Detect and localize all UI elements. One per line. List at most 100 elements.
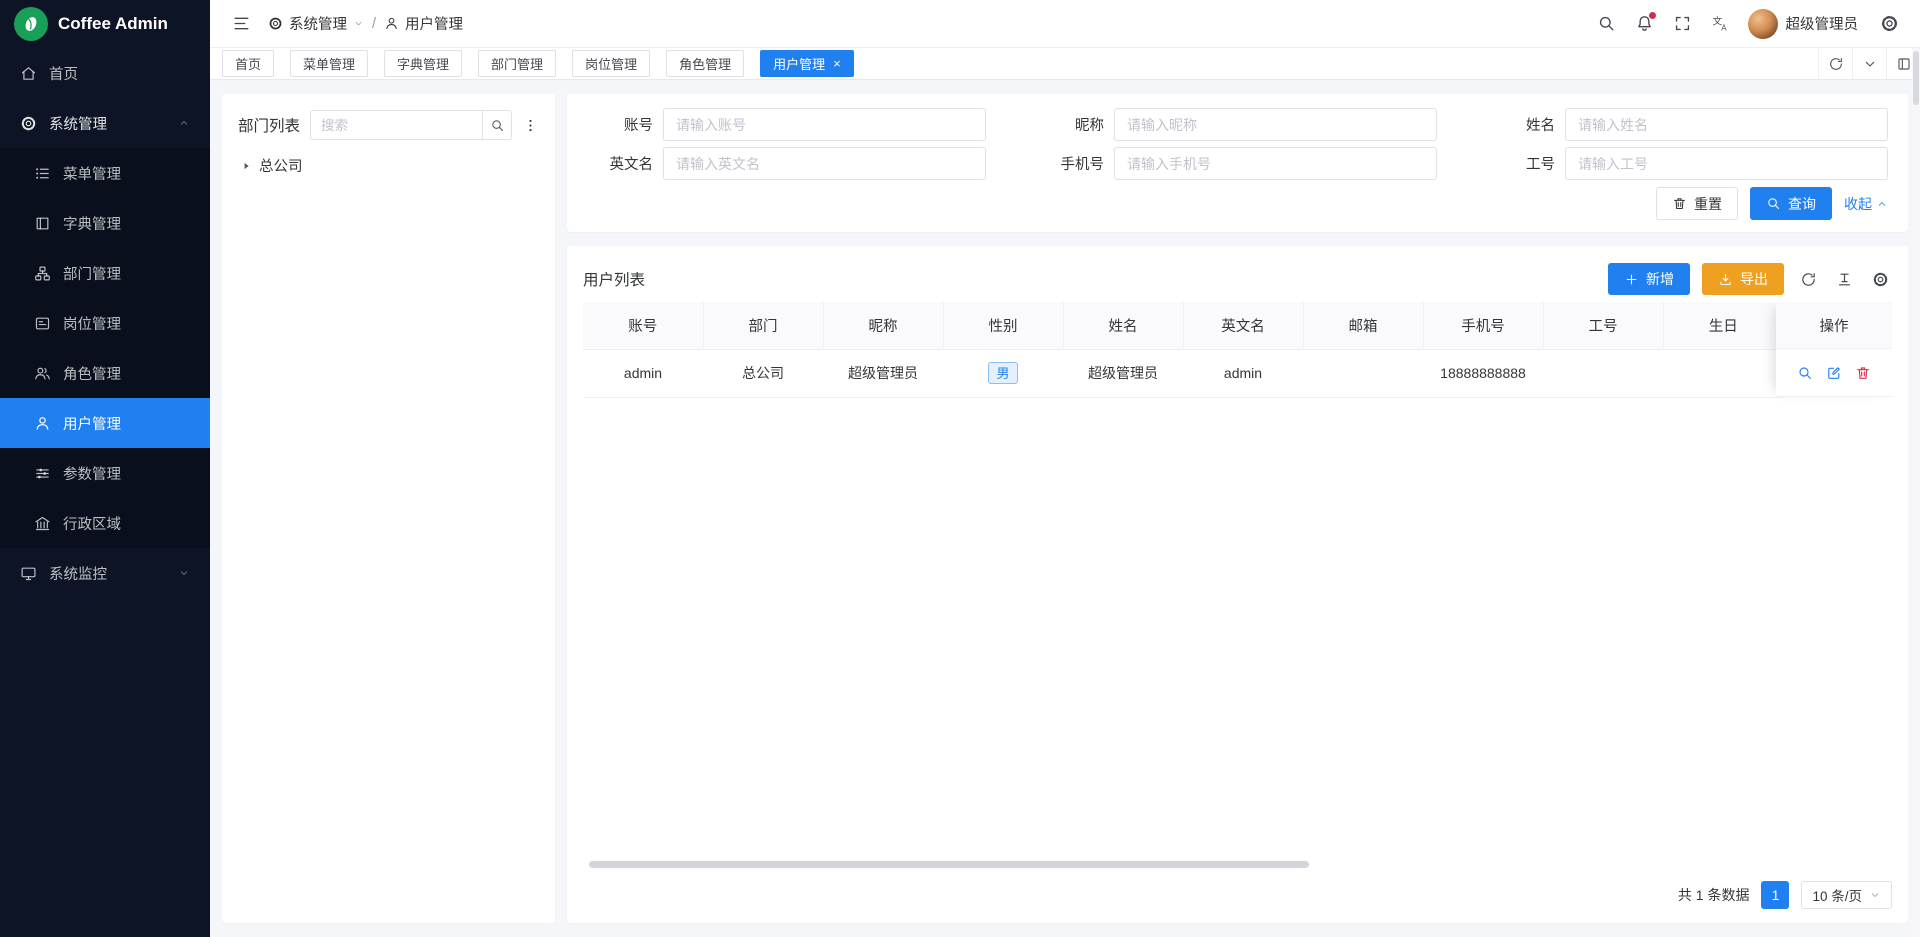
table-settings-button[interactable] xyxy=(1868,267,1892,291)
sidebar-item-system-monitor[interactable]: 系统监控 xyxy=(0,548,210,598)
column-header[interactable]: 性别 xyxy=(943,302,1063,349)
horizontal-scrollbar[interactable] xyxy=(589,861,1309,868)
en-name-input[interactable] xyxy=(663,147,986,180)
gear-icon xyxy=(1880,14,1899,33)
sidebar-item-dict-mgmt[interactable]: 字典管理 xyxy=(0,198,210,248)
page-1-button[interactable]: 1 xyxy=(1761,881,1789,909)
breadcrumb-separator: / xyxy=(372,16,376,32)
reload-tab-button[interactable] xyxy=(1818,48,1852,79)
column-header[interactable]: 生日 xyxy=(1663,302,1783,349)
column-header[interactable]: 工号 xyxy=(1543,302,1663,349)
chevron-up-icon xyxy=(1876,198,1888,210)
refresh-table-button[interactable] xyxy=(1796,267,1820,291)
work-no-input[interactable] xyxy=(1565,147,1888,180)
language-button[interactable] xyxy=(1704,7,1738,41)
refresh-icon xyxy=(1828,56,1844,72)
app-logo[interactable]: Coffee Admin xyxy=(0,0,210,48)
name-input[interactable] xyxy=(1565,108,1888,141)
column-header[interactable]: 部门 xyxy=(703,302,823,349)
column-header[interactable]: 手机号 xyxy=(1423,302,1543,349)
app-title: Coffee Admin xyxy=(58,14,168,34)
department-panel-title: 部门列表 xyxy=(238,114,300,136)
page-size-select[interactable]: 10 条/页 xyxy=(1801,881,1892,909)
tab-dict-mgmt[interactable]: 字典管理 xyxy=(384,50,462,77)
button-label: 新增 xyxy=(1646,269,1674,289)
users-icon xyxy=(34,365,51,382)
breadcrumb-label: 系统管理 xyxy=(289,13,347,34)
column-width-icon xyxy=(1836,271,1853,288)
column-header[interactable]: 姓名 xyxy=(1063,302,1183,349)
department-panel-header: 部门列表 xyxy=(238,110,539,140)
sidebar-item-home[interactable]: 首页 xyxy=(0,48,210,98)
edit-user-button[interactable] xyxy=(1826,365,1842,381)
search-icon xyxy=(1766,196,1781,211)
notifications-button[interactable] xyxy=(1628,7,1662,41)
sidebar-item-param-mgmt[interactable]: 参数管理 xyxy=(0,448,210,498)
reset-button[interactable]: 重置 xyxy=(1656,187,1738,220)
cell-gender: 男 xyxy=(943,349,1063,397)
department-search-button[interactable] xyxy=(482,110,512,140)
column-header[interactable]: 英文名 xyxy=(1183,302,1303,349)
column-width-button[interactable] xyxy=(1832,267,1856,291)
tab-label: 字典管理 xyxy=(397,54,449,73)
sidebar-item-label: 系统管理 xyxy=(49,113,107,134)
query-button[interactable]: 查询 xyxy=(1750,187,1832,220)
breadcrumb-system-mgmt[interactable]: 系统管理 xyxy=(268,13,364,34)
window-scrollbar-thumb[interactable] xyxy=(1913,51,1919,105)
nickname-input[interactable] xyxy=(1114,108,1437,141)
user-list-title: 用户列表 xyxy=(583,268,645,290)
tab-menu-mgmt[interactable]: 菜单管理 xyxy=(290,50,368,77)
window-scrollbar[interactable] xyxy=(1912,48,1920,937)
export-button[interactable]: 导出 xyxy=(1702,263,1784,295)
column-header[interactable]: 昵称 xyxy=(823,302,943,349)
view-user-button[interactable] xyxy=(1797,365,1813,381)
tree-node-root[interactable]: 总公司 xyxy=(238,152,539,179)
tab-role-mgmt[interactable]: 角色管理 xyxy=(666,50,744,77)
tab-post-mgmt[interactable]: 岗位管理 xyxy=(572,50,650,77)
cell-birthday xyxy=(1663,349,1783,397)
tab-user-mgmt[interactable]: 用户管理 × xyxy=(760,50,854,77)
cell-account: admin xyxy=(583,349,703,397)
sidebar-item-system-mgmt[interactable]: 系统管理 xyxy=(0,98,210,148)
sidebar-item-post-mgmt[interactable]: 岗位管理 xyxy=(0,298,210,348)
column-header[interactable]: 邮箱 xyxy=(1303,302,1423,349)
sidebar: Coffee Admin 首页 系统管理 菜单管理 字典管理 xyxy=(0,0,210,937)
cell-en-name: admin xyxy=(1183,349,1303,397)
settings-button[interactable] xyxy=(1872,7,1906,41)
sidebar-item-menu-mgmt[interactable]: 菜单管理 xyxy=(0,148,210,198)
user-list-header: 用户列表 新增 导出 xyxy=(583,256,1892,302)
tabbar-tools xyxy=(1818,48,1920,79)
tab-dept-mgmt[interactable]: 部门管理 xyxy=(478,50,556,77)
tab-options-button[interactable] xyxy=(1852,48,1886,79)
column-header[interactable]: 账号 xyxy=(583,302,703,349)
breadcrumb-user-mgmt[interactable]: 用户管理 xyxy=(384,13,463,34)
sidebar-item-user-mgmt[interactable]: 用户管理 xyxy=(0,398,210,448)
breadcrumb-label: 用户管理 xyxy=(405,13,463,34)
work-no-field: 工号 xyxy=(1485,147,1888,180)
user-list-card: 用户列表 新增 导出 xyxy=(567,246,1908,923)
tab-close-icon[interactable]: × xyxy=(833,57,841,70)
avatar[interactable] xyxy=(1748,9,1778,39)
table-row[interactable]: admin 总公司 超级管理员 男 超级管理员 admin 1888888888… xyxy=(583,349,1783,397)
sidebar-collapse-button[interactable] xyxy=(224,7,258,41)
department-search-input[interactable] xyxy=(310,110,482,140)
delete-user-button[interactable] xyxy=(1855,365,1871,381)
sidebar-item-admin-region[interactable]: 行政区域 xyxy=(0,498,210,548)
add-user-button[interactable]: 新增 xyxy=(1608,263,1690,295)
sidebar-item-dept-mgmt[interactable]: 部门管理 xyxy=(0,248,210,298)
phone-input[interactable] xyxy=(1114,147,1437,180)
global-search-button[interactable] xyxy=(1590,7,1624,41)
collapse-form-button[interactable]: 收起 xyxy=(1844,194,1888,214)
search-form-card: 账号 昵称 姓名 英文名 xyxy=(567,94,1908,232)
tab-home[interactable]: 首页 xyxy=(222,50,274,77)
topbar-actions: 超级管理员 xyxy=(1590,7,1907,41)
field-label: 手机号 xyxy=(1034,153,1104,174)
fullscreen-button[interactable] xyxy=(1666,7,1700,41)
current-username[interactable]: 超级管理员 xyxy=(1786,13,1859,34)
sidebar-item-role-mgmt[interactable]: 角色管理 xyxy=(0,348,210,398)
account-input[interactable] xyxy=(663,108,986,141)
tab-label: 部门管理 xyxy=(491,54,543,73)
cell-dept: 总公司 xyxy=(703,349,823,397)
total-count: 共 1 条数据 xyxy=(1678,885,1750,905)
department-more-button[interactable] xyxy=(522,117,539,134)
